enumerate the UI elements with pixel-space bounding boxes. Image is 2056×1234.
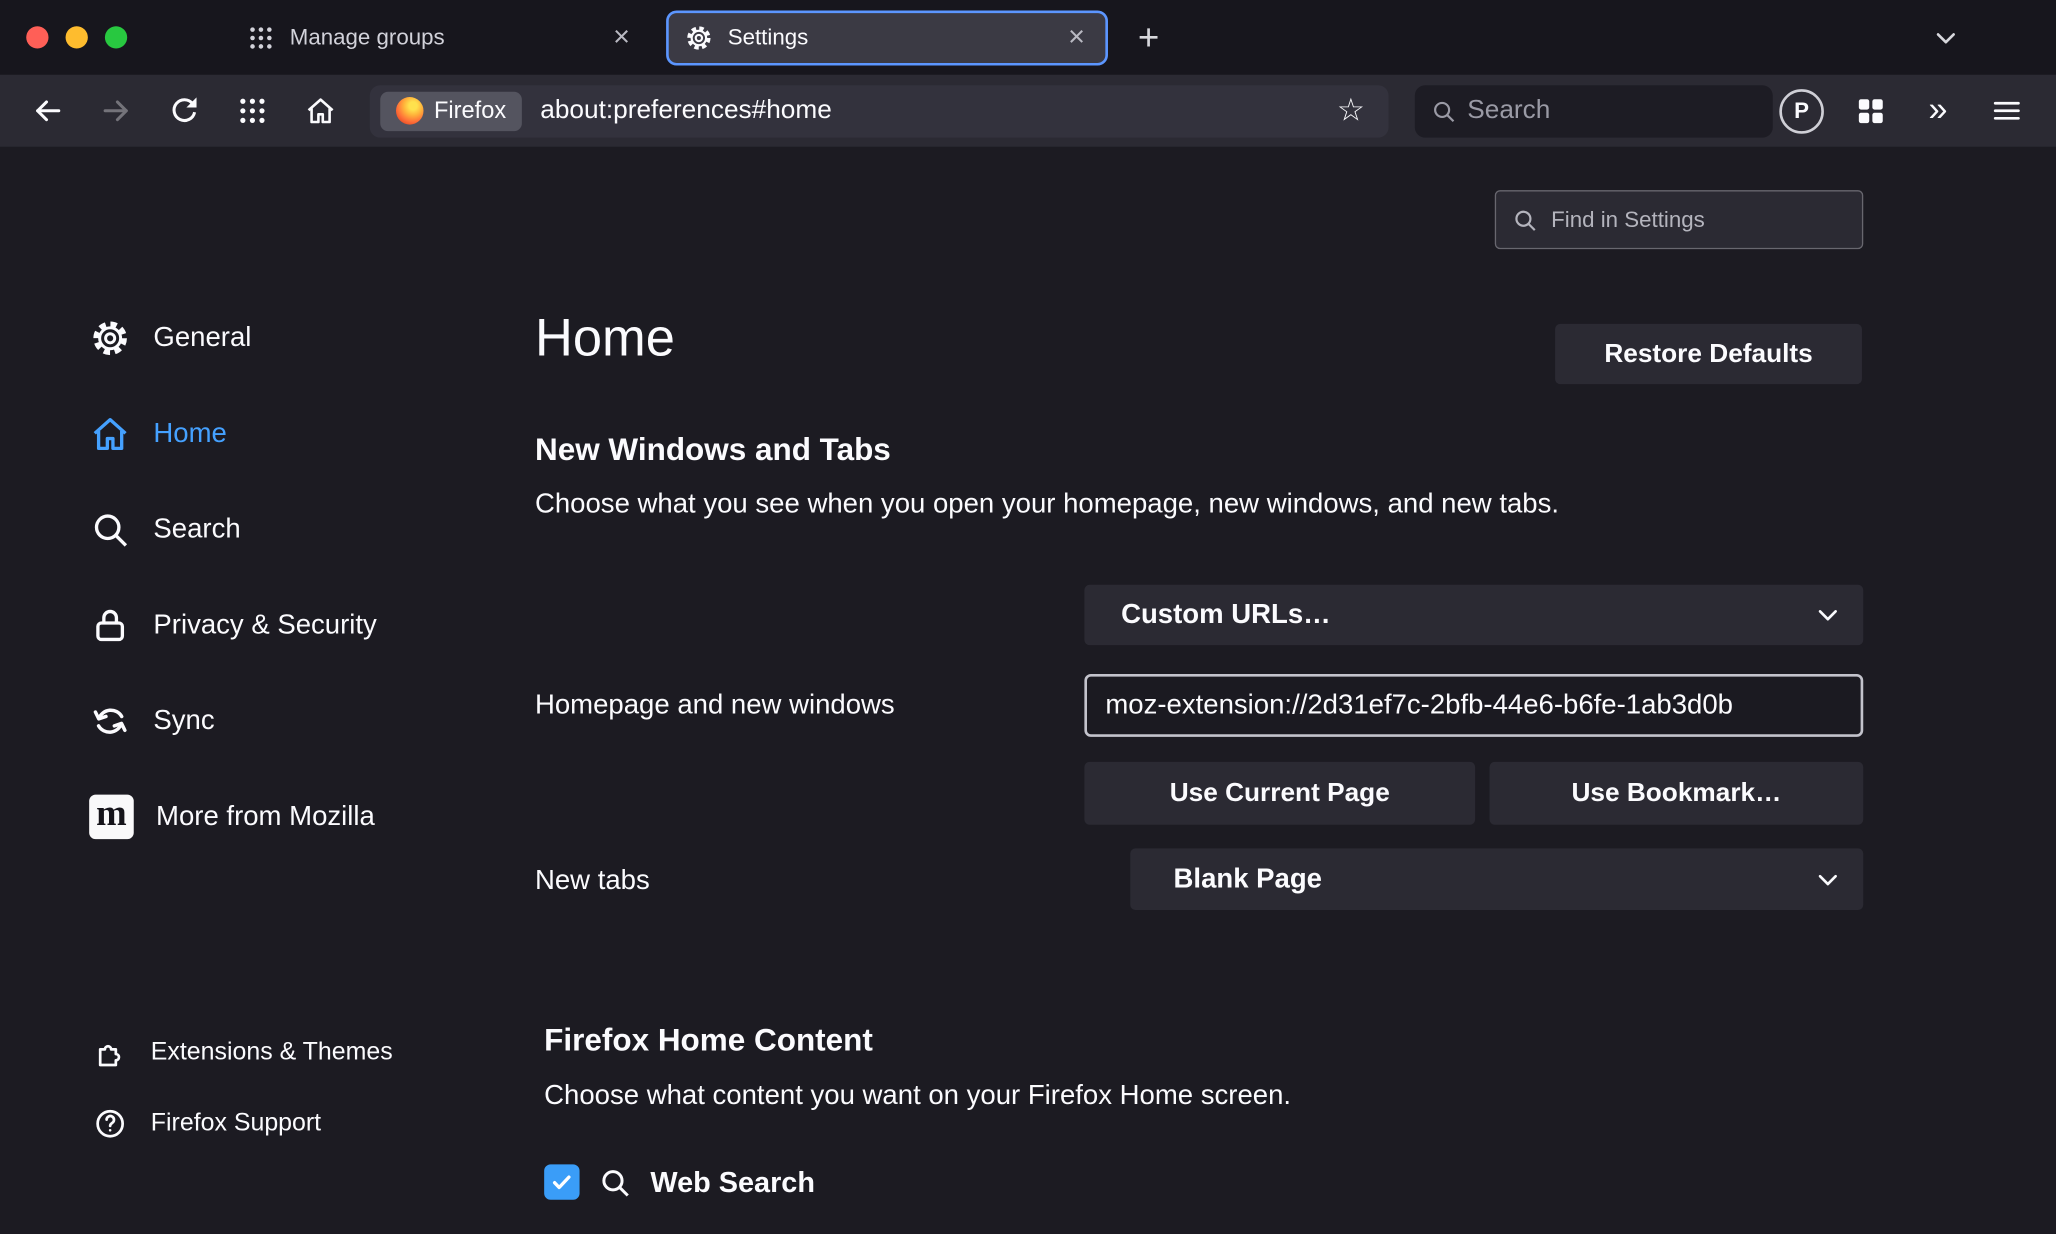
sidebar-item-general[interactable]: General — [0, 309, 511, 367]
homepage-select[interactable]: Custom URLs… — [1084, 585, 1863, 645]
home-button[interactable] — [291, 82, 349, 140]
sidebar-item-label: Firefox Support — [151, 1109, 321, 1138]
squares-icon-button[interactable] — [1841, 82, 1899, 140]
back-button[interactable] — [18, 82, 76, 140]
url-input[interactable] — [522, 96, 1329, 126]
gear-icon — [89, 317, 131, 359]
checkmark-icon — [549, 1170, 574, 1195]
titlebar: Manage groups × Settings × + — [0, 0, 2056, 75]
forward-button[interactable] — [87, 82, 145, 140]
homepage-url-input[interactable] — [1084, 674, 1863, 737]
gear-icon — [684, 23, 713, 52]
puzzle-icon — [93, 1036, 127, 1070]
use-bookmark-button[interactable]: Use Bookmark… — [1490, 762, 1864, 825]
sidebar-item-home[interactable]: Home — [0, 405, 511, 463]
settings-sidebar: General Home Search Priva — [0, 309, 511, 883]
apps-grid-button[interactable] — [223, 82, 281, 140]
home-settings-panel: Home Restore Defaults New Windows and Ta… — [535, 147, 1863, 1234]
sidebar-item-label: Extensions & Themes — [151, 1038, 393, 1067]
homepage-select-value: Custom URLs… — [1121, 599, 1331, 630]
tab-label: Settings — [728, 24, 1058, 50]
sidebar-item-label: Privacy & Security — [153, 610, 376, 641]
overflow-chevrons-button[interactable]: » — [1909, 82, 1967, 140]
new-tab-button[interactable]: + — [1126, 16, 1171, 58]
close-tab-icon[interactable]: × — [1058, 19, 1095, 56]
page-title: Home — [535, 309, 675, 368]
section-description: Choose what content you want on your Fir… — [544, 1080, 1291, 1111]
sidebar-item-sync[interactable]: Sync — [0, 692, 511, 750]
sidebar-item-label: More from Mozilla — [156, 801, 375, 832]
web-search-row: Web Search — [544, 1164, 815, 1199]
sidebar-item-label: Sync — [153, 705, 214, 736]
mozilla-m-icon: m — [89, 795, 134, 840]
grid-dots-icon — [247, 23, 276, 52]
profile-avatar[interactable]: P — [1773, 82, 1831, 140]
restore-defaults-button[interactable]: Restore Defaults — [1555, 324, 1862, 384]
homepage-label: Homepage and new windows — [535, 690, 895, 721]
bookmark-star-icon[interactable]: ☆ — [1329, 92, 1378, 130]
hamburger-icon — [1990, 94, 2023, 127]
lock-icon — [89, 604, 131, 646]
sidebar-item-firefox-support[interactable]: Firefox Support — [0, 1097, 511, 1149]
firefox-window: Manage groups × Settings × + — [0, 0, 2056, 1234]
sync-icon — [89, 700, 131, 742]
search-icon — [89, 509, 131, 551]
menu-button[interactable] — [1977, 82, 2035, 140]
identity-chip[interactable]: Firefox — [380, 91, 522, 130]
url-bar[interactable]: Firefox ☆ — [370, 85, 1389, 137]
section-title-firefox-home-content: Firefox Home Content — [544, 1023, 873, 1060]
sidebar-footer: Extensions & Themes Firefox Support — [0, 1027, 511, 1169]
section-title-new-windows-tabs: New Windows and Tabs — [535, 433, 891, 470]
web-search-checkbox[interactable] — [544, 1164, 579, 1199]
toolbar-search[interactable] — [1415, 85, 1773, 137]
sidebar-item-more-from-mozilla[interactable]: m More from Mozilla — [0, 788, 511, 846]
reload-button[interactable] — [155, 82, 213, 140]
identity-label: Firefox — [434, 97, 506, 125]
close-window-button[interactable] — [26, 26, 48, 48]
minimize-window-button[interactable] — [66, 26, 88, 48]
use-current-page-button[interactable]: Use Current Page — [1084, 762, 1475, 825]
sidebar-item-search[interactable]: Search — [0, 501, 511, 559]
tab-manage-groups[interactable]: Manage groups × — [231, 10, 651, 65]
new-tabs-select[interactable]: Blank Page — [1130, 848, 1863, 910]
help-circle-icon — [93, 1107, 127, 1141]
tab-settings[interactable]: Settings × — [666, 10, 1108, 65]
profile-initial: P — [1779, 89, 1824, 134]
section-description: Choose what you see when you open your h… — [535, 489, 1559, 520]
firefox-logo-icon — [396, 97, 424, 125]
sidebar-item-extensions-themes[interactable]: Extensions & Themes — [0, 1027, 511, 1079]
chevron-down-icon — [1813, 865, 1842, 894]
tab-label: Manage groups — [290, 24, 603, 50]
web-search-label: Web Search — [650, 1165, 815, 1199]
sidebar-item-label: General — [153, 323, 251, 354]
navigation-toolbar: Firefox ☆ P » — [0, 75, 2056, 147]
new-tabs-label: New tabs — [535, 865, 650, 896]
zoom-window-button[interactable] — [105, 26, 127, 48]
search-icon — [598, 1165, 632, 1199]
sidebar-item-label: Search — [153, 514, 240, 545]
all-tabs-chevron-icon[interactable] — [1920, 23, 1972, 52]
sidebar-item-label: Home — [153, 418, 226, 449]
toolbar-search-input[interactable] — [1467, 96, 1757, 126]
home-icon — [89, 413, 131, 455]
settings-page: General Home Search Priva — [0, 147, 2056, 1234]
overflow-chevrons-icon: » — [1928, 91, 1947, 130]
sidebar-item-privacy-security[interactable]: Privacy & Security — [0, 597, 511, 655]
chevron-down-icon — [1813, 601, 1842, 630]
window-controls — [0, 26, 231, 48]
close-tab-icon[interactable]: × — [603, 19, 640, 56]
search-icon — [1431, 98, 1457, 124]
new-tabs-select-value: Blank Page — [1174, 863, 1322, 894]
